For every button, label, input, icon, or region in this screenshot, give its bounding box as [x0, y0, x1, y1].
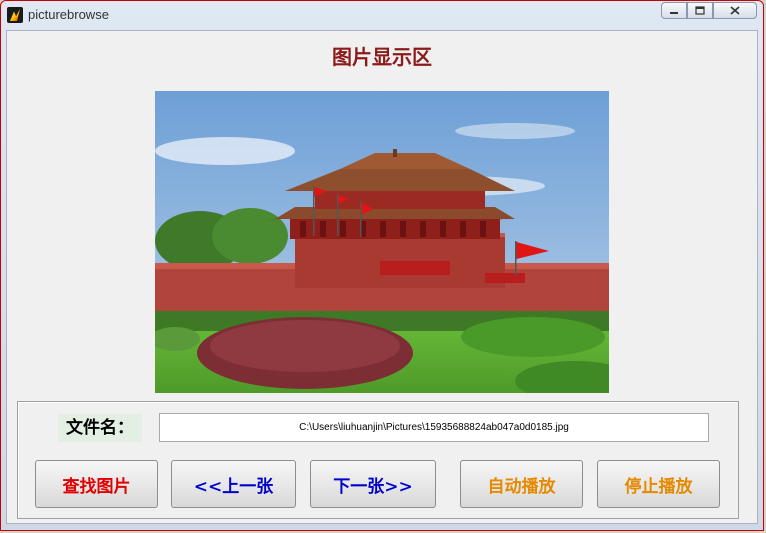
- control-panel: 文件名： C:\Users\liuhuanjin\Pictures\159356…: [17, 401, 739, 519]
- minimize-icon: [670, 11, 678, 14]
- figure-client-area: 图片显示区 文件名： C:\Users\liuhuanjin\Pictures\…: [6, 30, 758, 524]
- filename-field[interactable]: C:\Users\liuhuanjin\Pictures\15935688824…: [159, 413, 709, 442]
- window-controls: [661, 2, 757, 20]
- autoplay-button[interactable]: 自动播放: [460, 460, 583, 508]
- maximize-button[interactable]: [687, 2, 713, 19]
- close-button[interactable]: [713, 2, 757, 19]
- find-image-button[interactable]: 查找图片: [35, 460, 158, 508]
- window-title: picturebrowse: [28, 7, 109, 22]
- previous-button[interactable]: <<上一张: [171, 460, 296, 508]
- image-display: [155, 91, 609, 393]
- minimize-button[interactable]: [661, 2, 687, 19]
- stop-play-button[interactable]: 停止播放: [597, 460, 720, 508]
- maximize-icon: [695, 6, 705, 15]
- filename-label: 文件名：: [58, 414, 142, 442]
- page-title: 图片显示区: [332, 45, 432, 69]
- matlab-icon: [7, 7, 23, 23]
- app-window: picturebrowse 图片显示区 文件名： C:\Users\liuhua…: [0, 0, 764, 531]
- tiananmen-photo: [155, 91, 609, 393]
- next-button[interactable]: 下一张>>: [310, 460, 436, 508]
- close-icon: [730, 6, 740, 15]
- title-bar[interactable]: picturebrowse: [1, 1, 763, 29]
